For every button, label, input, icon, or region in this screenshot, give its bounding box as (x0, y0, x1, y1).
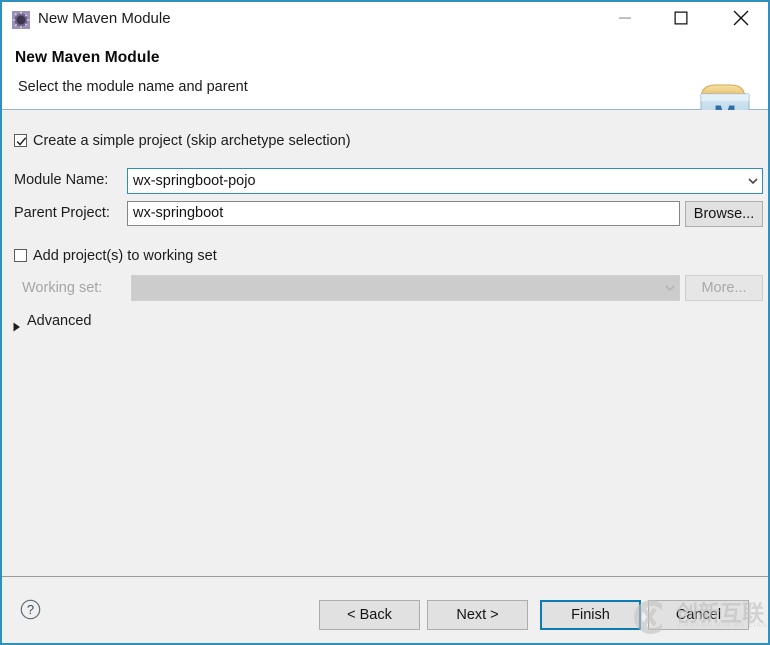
minimize-icon[interactable] (602, 2, 648, 34)
finish-button[interactable]: Finish (540, 600, 641, 630)
module-name-input[interactable]: wx-springboot-pojo (127, 168, 763, 194)
working-set-combo (131, 275, 680, 301)
title-bar: New Maven Module (2, 2, 768, 38)
window-title: New Maven Module (38, 10, 171, 27)
back-button[interactable]: < Back (319, 600, 420, 630)
chevron-down-icon[interactable] (744, 169, 762, 193)
svg-text:?: ? (27, 602, 34, 617)
parent-project-input[interactable]: wx-springboot (127, 201, 680, 226)
wizard-button-bar: ? < Back Next > Finish Cancel (2, 576, 768, 644)
add-to-working-set-checkbox[interactable] (14, 249, 27, 262)
close-icon[interactable] (718, 2, 764, 34)
triangle-right-icon (13, 319, 21, 337)
module-name-value: wx-springboot-pojo (133, 173, 256, 189)
new-maven-module-dialog: New Maven Module New Maven Module Select… (0, 0, 770, 645)
create-simple-project-checkbox[interactable] (14, 134, 27, 147)
browse-button[interactable]: Browse... (685, 201, 763, 227)
create-simple-project-label: Create a simple project (skip archetype … (33, 133, 351, 149)
add-to-working-set-label: Add project(s) to working set (33, 248, 217, 264)
wizard-header: New Maven Module Select the module name … (2, 38, 768, 110)
page-title: New Maven Module (15, 49, 160, 67)
cancel-button[interactable]: Cancel (648, 600, 749, 630)
chevron-down-icon (661, 276, 679, 300)
next-button[interactable]: Next > (427, 600, 528, 630)
help-question-icon[interactable]: ? (20, 599, 41, 625)
wizard-body: Create a simple project (skip archetype … (2, 110, 768, 576)
parent-project-value: wx-springboot (133, 205, 223, 221)
more-button: More... (685, 275, 763, 301)
page-subtitle: Select the module name and parent (18, 79, 248, 95)
module-name-label: Module Name: (14, 172, 108, 188)
parent-project-label: Parent Project: (14, 205, 110, 221)
maven-module-icon (12, 11, 30, 29)
maximize-icon[interactable] (658, 2, 704, 34)
working-set-label: Working set: (22, 280, 102, 296)
advanced-label: Advanced (27, 313, 92, 329)
